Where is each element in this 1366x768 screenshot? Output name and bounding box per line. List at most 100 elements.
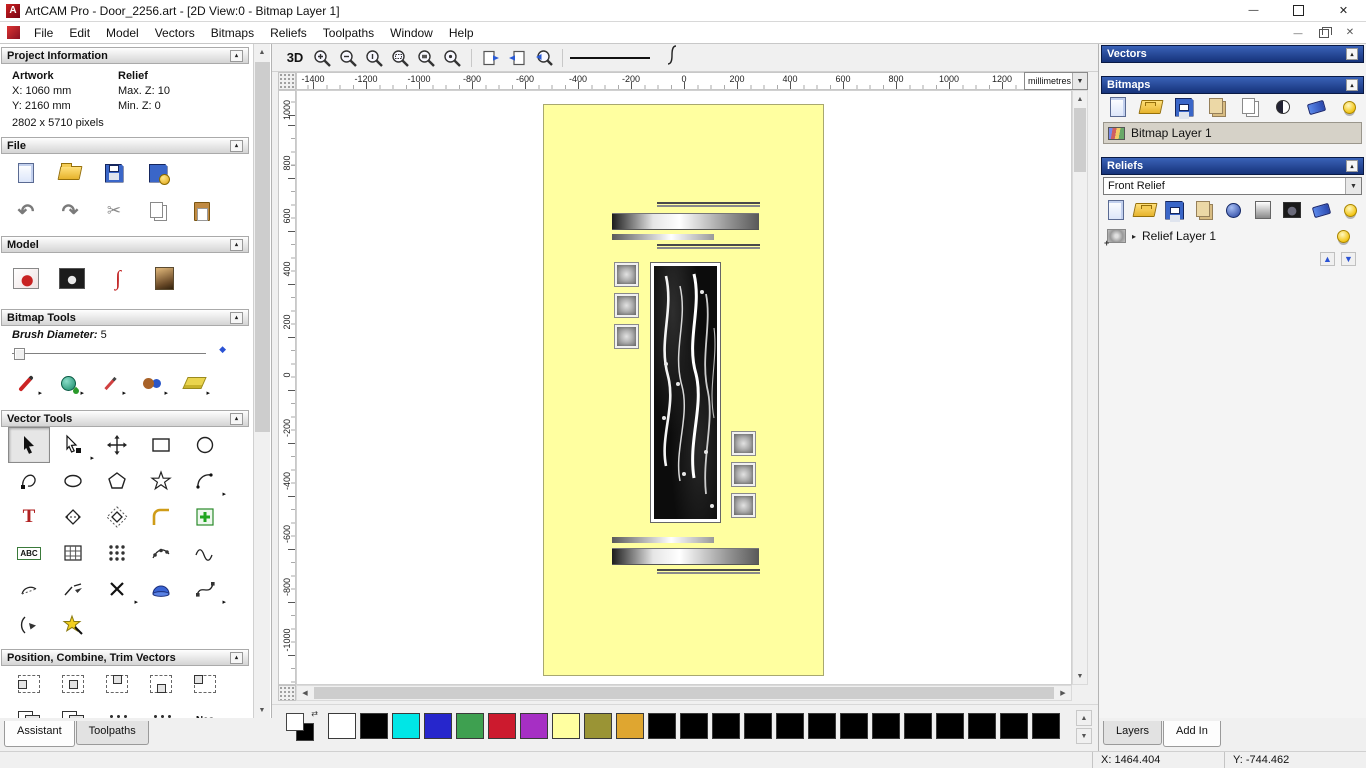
merge-relief[interactable]: [1193, 200, 1215, 220]
select-vectors-tool[interactable]: [8, 427, 50, 463]
palette-down-icon[interactable]: [1076, 728, 1092, 744]
copy[interactable]: [142, 196, 174, 226]
dropdown-arrow-icon[interactable]: [1345, 178, 1361, 194]
door-artwork[interactable]: [543, 104, 824, 676]
create-star-tool[interactable]: [140, 463, 182, 499]
color-swatch[interactable]: [584, 713, 612, 739]
color-swatch[interactable]: [808, 713, 836, 739]
wrap-vectors-tool[interactable]: [184, 535, 226, 571]
make-grid-tool[interactable]: [52, 535, 94, 571]
canvas-horizontal-scrollbar[interactable]: [296, 685, 1072, 701]
scrollbar-thumb[interactable]: [1074, 108, 1086, 172]
zoom-previous-icon[interactable]: [531, 47, 555, 69]
page-right-icon[interactable]: [505, 47, 529, 69]
save-relief[interactable]: [1164, 200, 1186, 220]
color-swatch[interactable]: [520, 713, 548, 739]
scroll-up-icon[interactable]: [1073, 91, 1087, 107]
copy-bitmap[interactable]: [1237, 97, 1263, 117]
open-bitmap[interactable]: [1138, 97, 1164, 117]
zoom-fit-icon[interactable]: [414, 47, 438, 69]
tab[interactable]: Layers: [1103, 721, 1163, 745]
reliefs-header[interactable]: Reliefs: [1101, 157, 1364, 175]
create-polygon-tool[interactable]: [96, 463, 138, 499]
measure-tool[interactable]: [52, 499, 94, 535]
curve-style-preview[interactable]: [660, 44, 684, 71]
paste-positions-tool[interactable]: [140, 702, 182, 718]
paint-brush[interactable]: [10, 368, 42, 398]
undo[interactable]: [10, 196, 42, 226]
menu-item[interactable]: Toolpaths: [315, 23, 382, 43]
load-reference[interactable]: [10, 263, 42, 293]
create-arc-tool[interactable]: [184, 463, 226, 499]
color-swatch[interactable]: [360, 713, 388, 739]
collapse-icon[interactable]: [230, 238, 243, 251]
dropdown-arrow-icon[interactable]: [1072, 73, 1087, 89]
load-texture[interactable]: [148, 263, 180, 293]
cut[interactable]: [98, 196, 130, 226]
preview-relief[interactable]: [1281, 200, 1303, 220]
color-swatch[interactable]: [328, 713, 356, 739]
create-text-tool[interactable]: T: [8, 499, 50, 535]
color-swatch[interactable]: [872, 713, 900, 739]
units-combo[interactable]: millimetres: [1024, 72, 1088, 90]
color-swatch[interactable]: [680, 713, 708, 739]
create-circle-tool[interactable]: [184, 427, 226, 463]
zoom-1to1-icon[interactable]: [362, 47, 386, 69]
color-swatch[interactable]: [552, 713, 580, 739]
greyscale-relief[interactable]: [1252, 200, 1274, 220]
color-swatch[interactable]: [424, 713, 452, 739]
delete-bitmap[interactable]: [1303, 97, 1329, 117]
menu-item[interactable]: Help: [441, 23, 482, 43]
color-swatch[interactable]: [456, 713, 484, 739]
move-layer-up-icon[interactable]: ▲: [1320, 252, 1335, 266]
trim-vectors-tool[interactable]: [96, 571, 138, 607]
mdi-restore-button[interactable]: [1316, 26, 1332, 40]
collapse-icon[interactable]: [230, 412, 243, 425]
scroll-down-icon[interactable]: [1073, 668, 1087, 684]
scroll-right-icon[interactable]: [1055, 686, 1071, 700]
text-block-tool[interactable]: ABC: [8, 535, 50, 571]
group-vectors-tool[interactable]: [8, 702, 50, 718]
scroll-down-icon[interactable]: [254, 702, 270, 718]
new-bitmap[interactable]: [1105, 97, 1131, 117]
colour-blend[interactable]: [136, 368, 168, 398]
color-swatch[interactable]: [712, 713, 740, 739]
block-copy-tool[interactable]: [96, 535, 138, 571]
open-model[interactable]: [54, 158, 86, 188]
menu-item[interactable]: Model: [98, 23, 147, 43]
bitmap-light[interactable]: [1336, 97, 1362, 117]
new-model[interactable]: [10, 158, 42, 188]
import-model[interactable]: [142, 158, 174, 188]
model-stamp[interactable]: [102, 263, 134, 293]
tab[interactable]: Assistant: [4, 721, 75, 747]
delete-relief[interactable]: [1310, 200, 1332, 220]
view-3d-button[interactable]: 3D: [282, 47, 308, 69]
contrast-bitmap[interactable]: [1270, 97, 1296, 117]
redo[interactable]: [54, 196, 86, 226]
align-left-tool[interactable]: [8, 666, 50, 702]
collapse-icon[interactable]: [230, 49, 243, 62]
node-editing-tool[interactable]: [52, 427, 94, 463]
color-swatch[interactable]: [392, 713, 420, 739]
invert-model[interactable]: [56, 263, 88, 293]
tab[interactable]: Toolpaths: [75, 721, 149, 745]
bitmap-layer-row[interactable]: Bitmap Layer 1: [1103, 122, 1362, 144]
create-ellipse-tool[interactable]: [52, 463, 94, 499]
ungroup-vectors-tool[interactable]: [52, 702, 94, 718]
foreground-background-colours[interactable]: [286, 713, 316, 743]
mirror-arc-tool[interactable]: [8, 607, 50, 643]
align-top-tool[interactable]: [96, 666, 138, 702]
scrollbar-thumb[interactable]: [314, 687, 1054, 699]
collapse-icon[interactable]: [230, 311, 243, 324]
bitmaps-header[interactable]: Bitmaps: [1101, 76, 1364, 94]
spray-brush[interactable]: [94, 368, 126, 398]
assistant-scrollbar[interactable]: [253, 44, 270, 718]
color-swatch[interactable]: [840, 713, 868, 739]
move-layer-down-icon[interactable]: ▼: [1341, 252, 1356, 266]
extrude-dome-tool[interactable]: [140, 571, 182, 607]
zoom-box-icon[interactable]: [388, 47, 412, 69]
scroll-up-icon[interactable]: [254, 44, 270, 60]
collapse-icon[interactable]: [1346, 48, 1358, 60]
menu-item[interactable]: Reliefs: [262, 23, 315, 43]
flood-fill[interactable]: [52, 368, 84, 398]
